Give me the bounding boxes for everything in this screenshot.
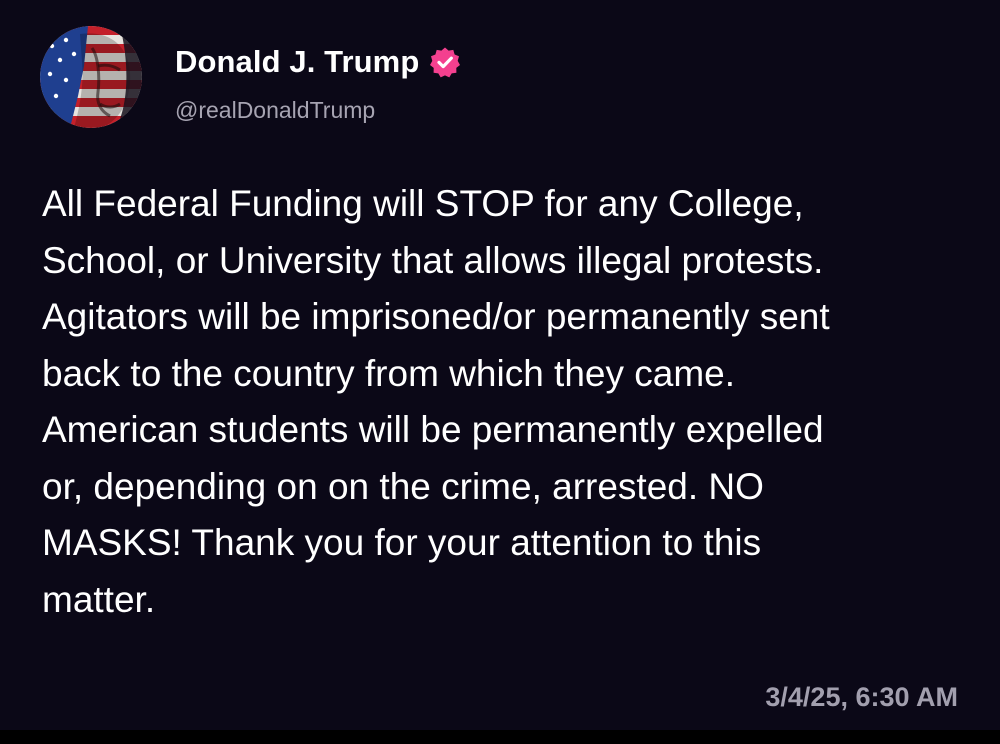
profile-avatar[interactable] <box>40 26 142 128</box>
post-card: Donald J. Trump @realDonaldTrump All Fed… <box>0 0 1000 730</box>
post-text-line: back to the country from which they came… <box>42 352 736 394</box>
post-text-line: MASKS! Thank you for your attention to t… <box>42 522 762 563</box>
post-text-line: School, or University that allows illega… <box>42 239 824 281</box>
post-text: All Federal Funding will STOP for any Co… <box>42 176 942 628</box>
post-text-line: All Federal Funding will STOP for any Co… <box>42 183 804 224</box>
author-display-name[interactable]: Donald J. Trump <box>175 44 419 80</box>
post-text-line: American students will be permanently ex… <box>42 409 824 450</box>
bottom-edge <box>0 730 1000 744</box>
verified-badge-icon <box>429 46 461 78</box>
author-name-row: Donald J. Trump <box>175 42 461 82</box>
avatar-image <box>40 26 142 128</box>
post-text-line: Agitators will be imprisoned/or permanen… <box>42 296 830 337</box>
post-text-line: matter. <box>42 578 156 620</box>
post-timestamp[interactable]: 3/4/25, 6:30 AM <box>765 682 958 713</box>
post-text-line: or, depending on on the crime, arrested.… <box>42 465 764 507</box>
author-handle[interactable]: @realDonaldTrump <box>175 97 375 124</box>
